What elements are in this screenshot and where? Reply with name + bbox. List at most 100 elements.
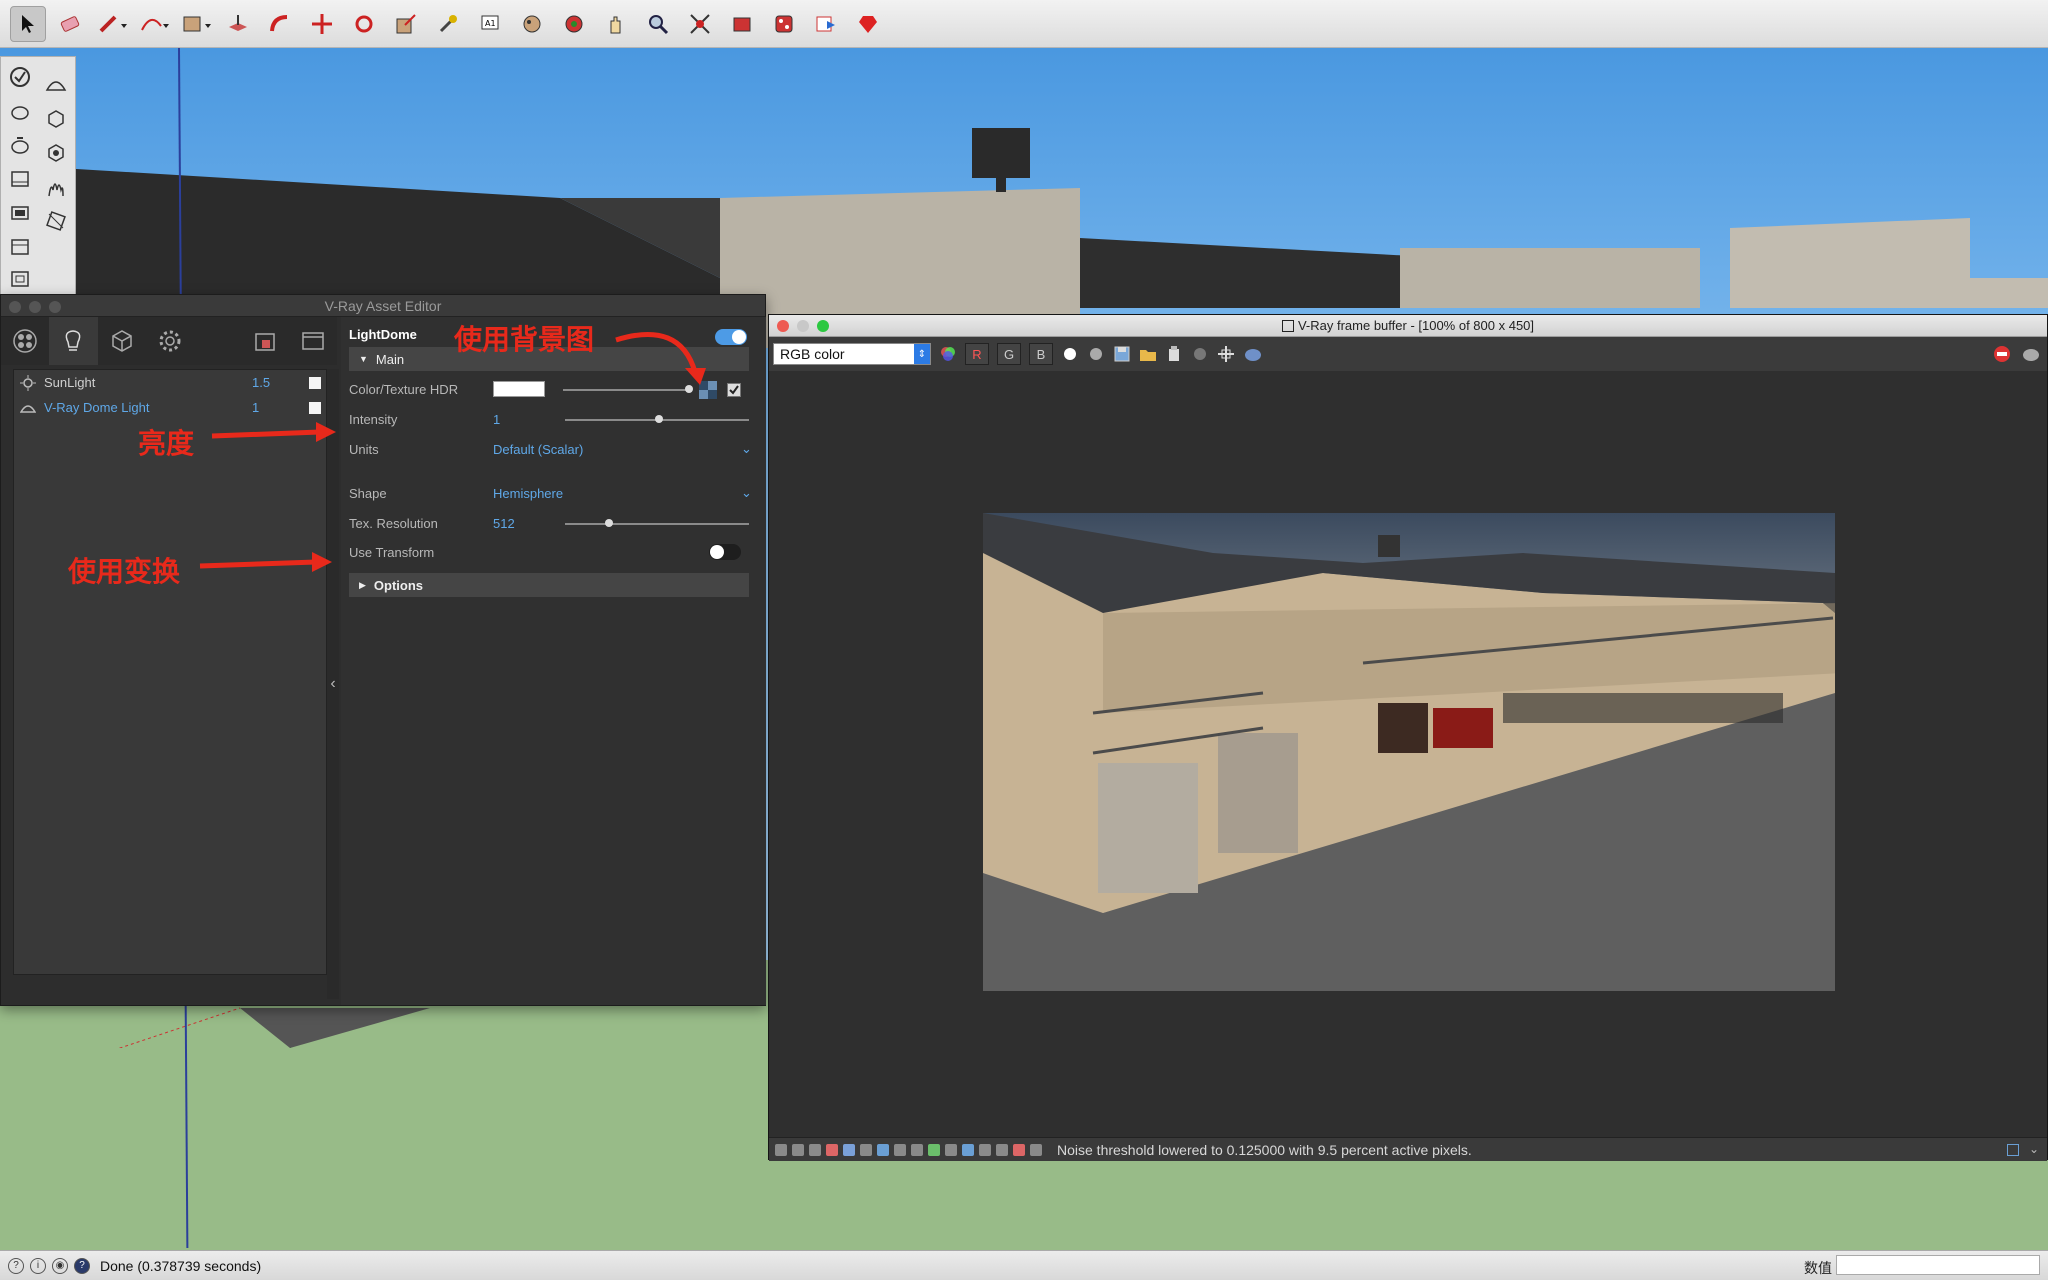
fur-icon[interactable] xyxy=(39,171,73,203)
orbit-tool-icon[interactable] xyxy=(556,6,592,42)
zoom-tool-icon[interactable] xyxy=(640,6,676,42)
chevron-down-icon[interactable]: ⌄ xyxy=(741,485,752,501)
move-tool-icon[interactable] xyxy=(304,6,340,42)
render-teapot-icon[interactable] xyxy=(2021,345,2039,363)
horizontal-flip-icon[interactable] xyxy=(996,1143,1008,1156)
rectangle-tool-icon[interactable] xyxy=(178,6,214,42)
render-teapot-icon[interactable] xyxy=(3,95,37,127)
minimize-button[interactable] xyxy=(29,301,41,313)
rendered-image[interactable] xyxy=(983,513,1835,991)
follow-me-tool-icon[interactable] xyxy=(262,6,298,42)
tab-render-output[interactable] xyxy=(289,317,337,365)
warehouse-icon[interactable] xyxy=(724,6,760,42)
user-icon[interactable]: ◉ xyxy=(52,1257,68,1274)
asset-editor-titlebar[interactable]: V-Ray Asset Editor xyxy=(1,295,765,317)
use-transform-toggle[interactable] xyxy=(709,544,741,560)
chevron-down-icon[interactable]: ⌄ xyxy=(741,441,752,457)
vray-asset-editor-icon[interactable] xyxy=(3,61,37,93)
layout-send-icon[interactable] xyxy=(808,6,844,42)
intensity-slider[interactable] xyxy=(565,415,749,423)
info-icon[interactable] xyxy=(809,1143,821,1156)
exposure-icon[interactable] xyxy=(928,1143,940,1156)
batch-render-icon[interactable] xyxy=(3,197,37,229)
expand-panel-icon[interactable] xyxy=(2007,1144,2019,1156)
settings-icon[interactable] xyxy=(911,1143,923,1156)
paint-bucket-icon[interactable] xyxy=(514,6,550,42)
light-enable-checkbox[interactable] xyxy=(309,402,321,414)
arc-tool-icon[interactable] xyxy=(136,6,172,42)
close-button[interactable] xyxy=(777,320,789,332)
light-enable-toggle[interactable] xyxy=(715,329,747,345)
pencil-tool-icon[interactable] xyxy=(94,6,130,42)
intensity-value[interactable]: 1 xyxy=(493,412,500,427)
blue-channel-button[interactable]: B xyxy=(1029,343,1053,365)
light-enable-checkbox[interactable] xyxy=(309,377,321,389)
mesh-clipper-icon[interactable] xyxy=(39,205,73,237)
proxy-cube-icon[interactable] xyxy=(39,103,73,135)
list-item-sunlight[interactable]: SunLight 1.5 xyxy=(14,370,326,395)
tab-render-elements[interactable] xyxy=(240,317,288,365)
stop-render-icon[interactable] xyxy=(1993,345,2011,363)
list-item-dome-light[interactable]: V-Ray Dome Light 1 xyxy=(14,395,326,420)
pan-tool-icon[interactable] xyxy=(598,6,634,42)
geo-location-icon[interactable]: ? xyxy=(8,1257,24,1274)
export-proxy-icon[interactable] xyxy=(39,137,73,169)
chevron-down-icon[interactable]: ⌄ xyxy=(2029,1142,2039,1156)
text-tool-icon[interactable]: A1 xyxy=(472,6,508,42)
rotate-tool-icon[interactable] xyxy=(346,6,382,42)
red-channel-button[interactable]: R xyxy=(965,343,989,365)
collapse-panel-chevron-icon[interactable]: ‹ xyxy=(327,369,339,999)
render-region-icon[interactable] xyxy=(3,263,37,295)
tab-geometry[interactable] xyxy=(98,317,146,365)
texture-enable-checkbox[interactable] xyxy=(727,383,741,397)
select-tool-icon[interactable] xyxy=(10,5,46,42)
color-channels-icon[interactable] xyxy=(939,345,957,363)
color-multiplier-slider[interactable] xyxy=(563,385,693,393)
zoom-button[interactable] xyxy=(49,301,61,313)
close-button[interactable] xyxy=(9,301,21,313)
curves-icon[interactable] xyxy=(860,1143,872,1156)
color-correction-icon[interactable] xyxy=(826,1143,838,1156)
srgb-icon[interactable] xyxy=(1030,1143,1042,1156)
shape-dropdown[interactable]: Hemisphere xyxy=(493,486,563,501)
measurements-input[interactable] xyxy=(1836,1255,2040,1275)
teapot-render-icon[interactable] xyxy=(1243,345,1261,363)
lens-effects-icon[interactable] xyxy=(962,1143,974,1156)
monochrome-icon[interactable] xyxy=(1087,345,1105,363)
frame-buffer-icon[interactable] xyxy=(3,163,37,195)
lut-icon[interactable] xyxy=(894,1143,906,1156)
push-pull-tool-icon[interactable] xyxy=(220,6,256,42)
channel-select[interactable]: RGB color ⇕ xyxy=(773,343,931,365)
stereo-icon[interactable] xyxy=(1013,1143,1025,1156)
histogram-icon[interactable] xyxy=(877,1143,889,1156)
history-icon[interactable] xyxy=(775,1143,787,1156)
dome-light-icon[interactable] xyxy=(39,69,73,101)
alpha-white-icon[interactable] xyxy=(1061,345,1079,363)
scale-tool-icon[interactable] xyxy=(388,6,424,42)
save-image-icon[interactable] xyxy=(1113,345,1131,363)
compare-icon[interactable] xyxy=(792,1143,804,1156)
tape-measure-icon[interactable] xyxy=(430,6,466,42)
region-render-icon[interactable] xyxy=(1217,345,1235,363)
extension-warehouse-icon[interactable] xyxy=(766,6,802,42)
minimize-button[interactable] xyxy=(797,320,809,332)
cloud-render-icon[interactable] xyxy=(3,231,37,263)
color-swatch[interactable] xyxy=(493,381,545,397)
ruby-console-icon[interactable] xyxy=(850,6,886,42)
hsv-icon[interactable] xyxy=(979,1143,991,1156)
clear-image-icon[interactable] xyxy=(1165,345,1183,363)
zoom-extents-icon[interactable] xyxy=(682,6,718,42)
texture-slot-icon[interactable] xyxy=(699,381,717,399)
tab-materials[interactable] xyxy=(1,317,49,365)
white-balance-icon[interactable] xyxy=(945,1143,957,1156)
section-options[interactable]: ▶ Options xyxy=(349,573,749,597)
sphere-icon[interactable] xyxy=(1191,345,1209,363)
tex-resolution-slider[interactable] xyxy=(565,519,749,527)
green-channel-button[interactable]: G xyxy=(997,343,1021,365)
frame-buffer-titlebar[interactable]: V-Ray frame buffer - [100% of 800 x 450] xyxy=(769,315,2047,337)
info-icon[interactable]: i xyxy=(30,1257,46,1274)
units-dropdown[interactable]: Default (Scalar) xyxy=(493,442,583,457)
open-folder-icon[interactable] xyxy=(1139,345,1157,363)
levels-icon[interactable] xyxy=(843,1143,855,1156)
tab-settings[interactable] xyxy=(146,317,194,365)
